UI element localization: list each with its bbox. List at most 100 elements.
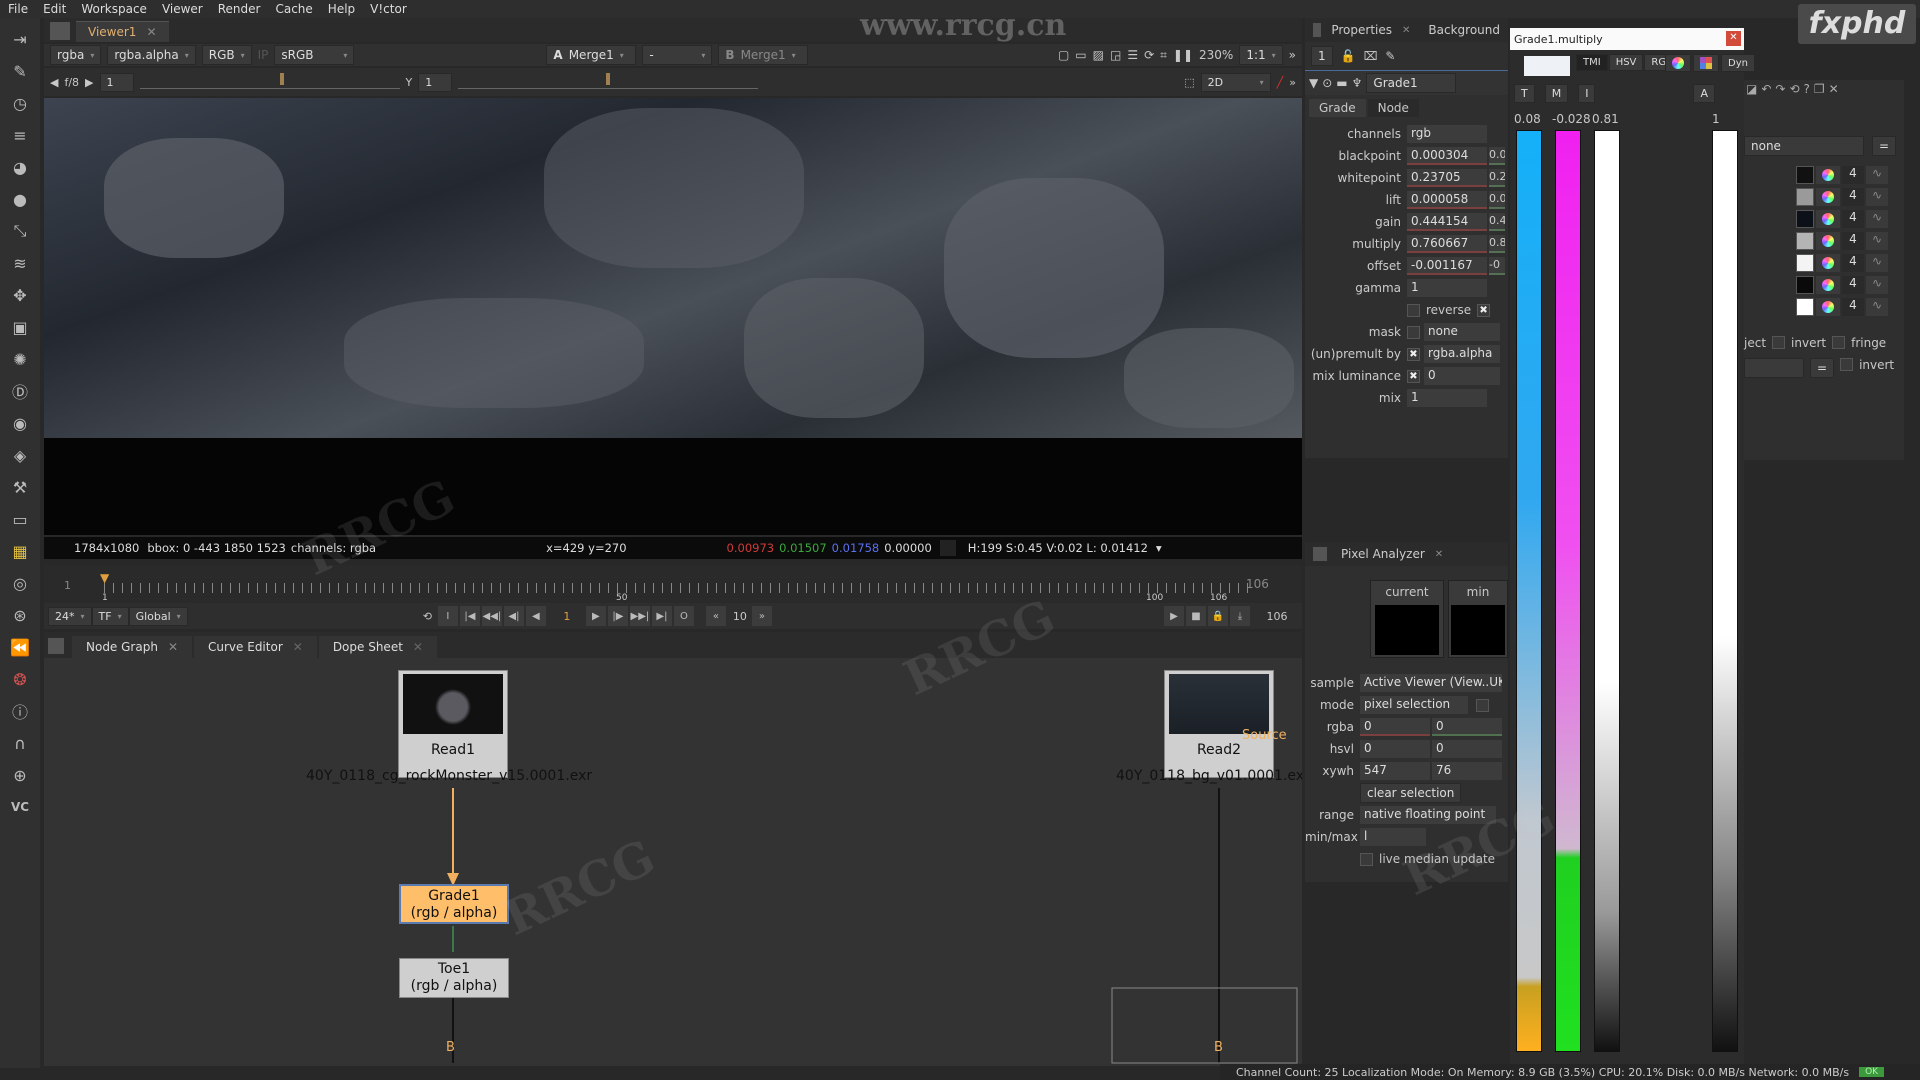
- color-wheel-icon[interactable]: [1816, 232, 1840, 250]
- step-size[interactable]: 10: [728, 610, 752, 623]
- gain-slider-handle[interactable]: [279, 73, 284, 85]
- mask-checkbox[interactable]: [1407, 325, 1420, 339]
- transform-icon[interactable]: ✥: [7, 282, 33, 308]
- node-read1[interactable]: Read1: [398, 670, 508, 778]
- param-value[interactable]: 0.444154: [1407, 213, 1487, 231]
- channel-count[interactable]: 4: [1842, 188, 1864, 206]
- clear-selection-button[interactable]: clear selection: [1360, 783, 1462, 803]
- export-icon[interactable]: ⤓: [1230, 606, 1250, 626]
- live-median-checkbox[interactable]: [1360, 852, 1373, 866]
- i-value[interactable]: 0.81: [1592, 112, 1619, 126]
- color-swatch[interactable]: [1796, 166, 1814, 184]
- roi-icon[interactable]: ▢: [1058, 48, 1069, 62]
- view-node-icon[interactable]: ⊙: [1322, 76, 1332, 90]
- paint-stroke-icon[interactable]: ╱: [1277, 76, 1284, 89]
- channel-count[interactable]: 4: [1842, 232, 1864, 250]
- boxes-icon[interactable]: ∩: [7, 730, 33, 756]
- black-clamp-checkbox[interactable]: ✖: [1477, 303, 1491, 317]
- import-icon[interactable]: ⇥: [7, 26, 33, 52]
- play-forward-button[interactable]: ▶: [585, 606, 606, 626]
- param-value-g[interactable]: 0.4: [1489, 213, 1505, 231]
- mode-checkbox[interactable]: [1476, 698, 1489, 712]
- gamma-slider-handle[interactable]: [606, 73, 611, 85]
- menu-viewer[interactable]: Viewer: [162, 2, 203, 16]
- color-swatch[interactable]: [1796, 232, 1814, 250]
- close-icon[interactable]: ✕: [1402, 25, 1410, 36]
- curve-icon[interactable]: ∿: [1866, 232, 1888, 250]
- param-value[interactable]: 0.000058: [1407, 191, 1487, 209]
- color-preview-swatch[interactable]: [1524, 56, 1570, 76]
- mask-invert-checkbox[interactable]: [1840, 358, 1854, 371]
- ip-button[interactable]: IP: [258, 48, 269, 62]
- step-back-button[interactable]: «: [705, 606, 726, 626]
- undo-icon[interactable]: ↶: [1761, 82, 1771, 96]
- first-frame-button[interactable]: |◀: [459, 606, 480, 626]
- vc-icon[interactable]: ⊕: [7, 762, 33, 788]
- keyer-icon[interactable]: ⤡: [7, 218, 33, 244]
- ocula-icon[interactable]: ◎: [7, 570, 33, 596]
- filter-icon[interactable]: ●: [7, 186, 33, 212]
- mask-dropdown[interactable]: none: [1424, 323, 1500, 341]
- gamma-input[interactable]: 1: [418, 72, 453, 92]
- channel-count[interactable]: 4: [1842, 298, 1864, 316]
- expand-icon[interactable]: »: [1289, 48, 1296, 62]
- rgba-r[interactable]: 0: [1360, 718, 1430, 736]
- info-dropdown-icon[interactable]: ▾: [1156, 541, 1162, 555]
- panel-menu-icon[interactable]: [1313, 547, 1327, 561]
- channel-a-button[interactable]: A: [1693, 84, 1716, 103]
- revert-icon[interactable]: ⟲: [1789, 82, 1799, 96]
- time-icon[interactable]: ◷: [7, 90, 33, 116]
- panel-menu-icon[interactable]: [1313, 23, 1322, 37]
- node-grade1[interactable]: Grade1 (rgb / alpha): [399, 884, 509, 924]
- right-dropdown[interactable]: none: [1744, 136, 1864, 156]
- other-icon[interactable]: ▭: [7, 506, 33, 532]
- clear-icon[interactable]: ⌧: [1364, 49, 1378, 63]
- t-slider-bar[interactable]: [1516, 130, 1542, 1052]
- menu-help[interactable]: Help: [328, 2, 355, 16]
- node-name-field[interactable]: Grade1: [1366, 73, 1457, 93]
- channel-count[interactable]: 4: [1842, 276, 1864, 294]
- mixlum-input[interactable]: 0: [1424, 367, 1500, 385]
- mode-dyn[interactable]: Dyn: [1721, 54, 1755, 72]
- i-slider-bar[interactable]: [1594, 130, 1620, 1052]
- menu-file[interactable]: File: [8, 2, 28, 16]
- param-value[interactable]: 0.23705: [1407, 169, 1487, 187]
- tab-grade[interactable]: Grade: [1309, 99, 1366, 117]
- keylight-icon[interactable]: ⏪: [7, 634, 33, 660]
- tab-dope-sheet[interactable]: Dope Sheet ✕: [318, 636, 437, 658]
- cara-vr-icon[interactable]: ⊛: [7, 602, 33, 628]
- curve-icon[interactable]: ∿: [1866, 188, 1888, 206]
- display-dropdown[interactable]: RGB ▾: [201, 45, 252, 65]
- xywh-x[interactable]: 547: [1360, 762, 1430, 780]
- menu-workspace[interactable]: Workspace: [81, 2, 147, 16]
- menu-edit[interactable]: Edit: [43, 2, 66, 16]
- proxy-icon[interactable]: ▭: [1075, 48, 1086, 62]
- param-value-g[interactable]: 0.8: [1489, 235, 1505, 253]
- step-forward-button[interactable]: »: [751, 606, 772, 626]
- nuke-icon[interactable]: ⓘ: [7, 698, 33, 724]
- out-point-button[interactable]: O: [673, 606, 694, 626]
- tab-pixel-analyzer[interactable]: Pixel Analyzer: [1341, 547, 1425, 561]
- color-icon[interactable]: ◕: [7, 154, 33, 180]
- color-swatch[interactable]: [1796, 188, 1814, 206]
- metadata-icon[interactable]: ◈: [7, 442, 33, 468]
- next-keyframe-button[interactable]: ▶▶|: [629, 606, 650, 626]
- curve-icon[interactable]: ∿: [1866, 298, 1888, 316]
- premult-dropdown[interactable]: rgba.alpha: [1424, 345, 1500, 363]
- roi-select-icon[interactable]: ⬚: [1184, 76, 1194, 89]
- channel-i-button[interactable]: I: [1578, 84, 1596, 103]
- param-value-g[interactable]: 0.0: [1489, 191, 1505, 209]
- mixlum-checkbox[interactable]: ✖: [1407, 369, 1420, 383]
- crop-icon[interactable]: ⌗: [1160, 48, 1167, 63]
- vc-label[interactable]: VC: [7, 794, 33, 820]
- collapse-icon[interactable]: ▼: [1309, 76, 1318, 90]
- wrench-icon[interactable]: ♆: [1352, 76, 1363, 90]
- panel-menu-icon[interactable]: [48, 638, 64, 654]
- lock-icon[interactable]: 🔓: [1341, 49, 1356, 63]
- param-value-g[interactable]: 0.2: [1489, 169, 1505, 187]
- close-icon[interactable]: ✕: [1435, 549, 1443, 560]
- menu-render[interactable]: Render: [218, 2, 261, 16]
- curve-icon[interactable]: ∿: [1866, 254, 1888, 272]
- color-wheel-icon[interactable]: [1816, 188, 1840, 206]
- gain-input[interactable]: 1: [99, 72, 134, 92]
